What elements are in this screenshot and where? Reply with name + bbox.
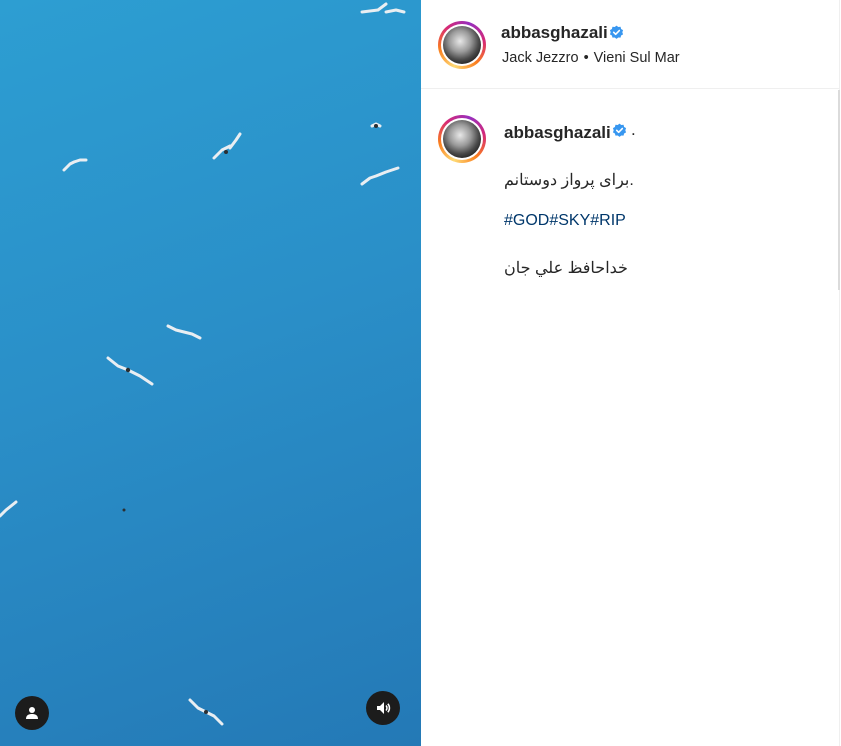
caption-text-line: برای پرواز دوستانم.	[504, 172, 634, 189]
caption-comment: abbasghazali . برای پرواز دوستانم. #GOD#…	[421, 90, 840, 290]
verified-badge-icon	[612, 123, 627, 137]
user-tag-icon	[26, 707, 38, 719]
audio-attribution: Jack Jezzro • Vieni Sul Mar	[502, 50, 680, 66]
comments-scrollbar[interactable]	[838, 90, 840, 290]
separator-dot: •	[583, 50, 589, 66]
user-tag-button[interactable]	[15, 696, 49, 730]
caption-trailing-dot: .	[631, 120, 636, 139]
post-header: abbasghazali Jack Jezzro • Vieni Sul Mar	[421, 0, 840, 89]
author-avatar[interactable]	[438, 21, 486, 69]
post-details-panel: abbasghazali Jack Jezzro • Vieni Sul Mar a…	[421, 0, 840, 746]
author-username-link[interactable]: abbasghazali	[501, 23, 608, 43]
verified-badge-icon	[609, 25, 624, 39]
music-artist-link[interactable]: Jack Jezzro	[502, 50, 579, 66]
post-media-video[interactable]	[0, 0, 421, 746]
caption-author-avatar[interactable]	[438, 115, 486, 163]
caption-username-link[interactable]: abbasghazali	[504, 123, 611, 143]
music-title-link[interactable]: Vieni Sul Mar	[594, 50, 680, 66]
caption-hashtags-link[interactable]: #GOD#SKY#RIP	[504, 212, 626, 230]
seagulls-image	[0, 2, 406, 726]
caption-text-line: خداحافظ علي جان	[504, 260, 628, 277]
sound-icon	[377, 702, 391, 714]
sound-toggle-button[interactable]	[366, 691, 400, 725]
